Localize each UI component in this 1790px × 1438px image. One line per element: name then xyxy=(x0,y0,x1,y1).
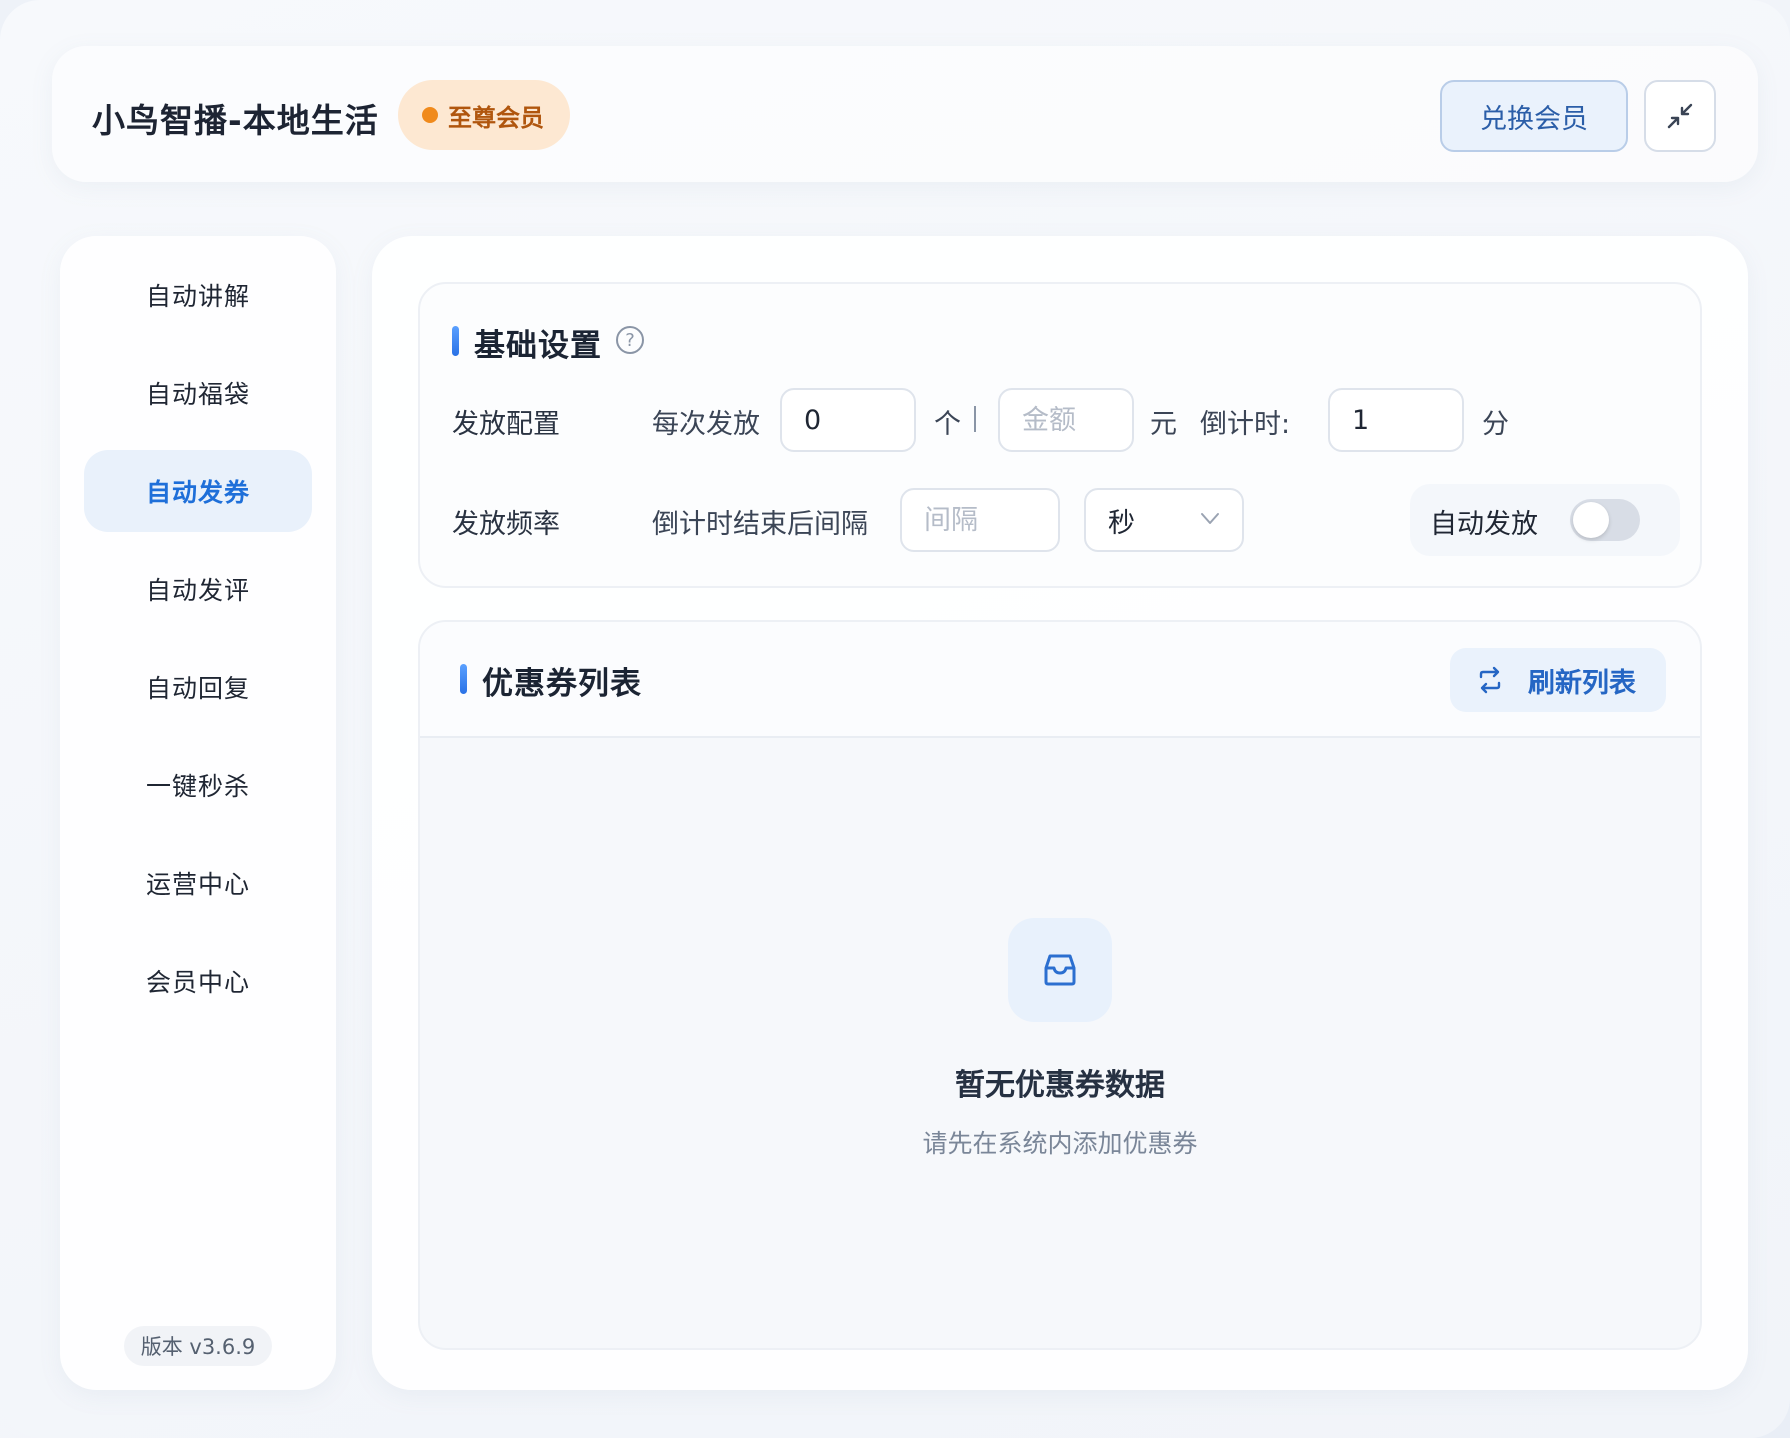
header-bar: 小鸟智播-本地生活 至尊会员 兑换会员 xyxy=(52,46,1758,182)
interval-after-countdown-label: 倒计时结束后间隔 xyxy=(652,509,868,540)
unit-minute: 分 xyxy=(1482,409,1509,440)
empty-state-icon-box xyxy=(1008,918,1112,1022)
per-time-quantity-input[interactable] xyxy=(780,388,916,452)
refresh-list-label: 刷新列表 xyxy=(1528,667,1636,699)
redeem-membership-button[interactable]: 兑换会员 xyxy=(1440,80,1628,152)
app-title: 小鸟智播-本地生活 xyxy=(92,101,379,140)
interval-input[interactable] xyxy=(900,488,1060,552)
auto-dispatch-toggle[interactable] xyxy=(1570,499,1640,541)
amount-input[interactable] xyxy=(998,388,1134,452)
empty-state-subtitle: 请先在系统内添加优惠券 xyxy=(922,1129,1198,1158)
sidebar-item-flash-sale[interactable]: 一键秒杀 xyxy=(84,744,312,826)
empty-state-title: 暂无优惠券数据 xyxy=(955,1068,1165,1103)
unit-piece: 个 xyxy=(934,409,961,440)
shrink-icon xyxy=(1667,103,1693,129)
unit-divider xyxy=(974,406,976,432)
sidebar: 自动讲解 自动福袋 自动发券 自动发评 自动回复 一键秒杀 运营中心 会员中心 … xyxy=(60,236,336,1390)
countdown-label: 倒计时: xyxy=(1200,409,1291,440)
refresh-list-button[interactable]: 刷新列表 xyxy=(1450,648,1666,712)
question-circle-icon[interactable]: ? xyxy=(616,326,644,354)
sidebar-item-member-center[interactable]: 会员中心 xyxy=(84,940,312,1022)
sidebar-item-auto-lucky-bag[interactable]: 自动福袋 xyxy=(84,352,312,434)
sidebar-item-operations-center[interactable]: 运营中心 xyxy=(84,842,312,924)
per-time-label: 每次发放 xyxy=(652,409,760,440)
inbox-icon xyxy=(1044,954,1076,986)
refresh-icon xyxy=(1479,666,1501,694)
coupon-list-title: 优惠券列表 xyxy=(482,666,642,702)
sidebar-item-auto-explain[interactable]: 自动讲解 xyxy=(84,254,312,336)
main-panel: 基础设置 ? 发放配置 每次发放 个 元 倒计时: 分 发放频率 倒计时结束后间… xyxy=(372,236,1748,1390)
basic-settings-card: 基础设置 ? 发放配置 每次发放 个 元 倒计时: 分 发放频率 倒计时结束后间… xyxy=(418,282,1702,588)
auto-dispatch-label: 自动发放 xyxy=(1430,509,1538,540)
vip-badge-label: 至尊会员 xyxy=(448,103,544,132)
version-badge: 版本 v3.6.9 xyxy=(124,1326,272,1366)
interval-unit-select[interactable]: 秒 xyxy=(1084,488,1244,552)
section-accent-bar xyxy=(452,326,459,356)
shrink-window-button[interactable] xyxy=(1644,80,1716,152)
coupon-list-card: 优惠券列表 刷新列表 暂无优惠券数据 请先在系统内添加优惠券 xyxy=(418,620,1702,1350)
unit-yuan: 元 xyxy=(1150,409,1177,440)
frequency-label: 发放频率 xyxy=(452,509,560,540)
vip-badge: 至尊会员 xyxy=(398,80,570,150)
coupon-list-header: 优惠券列表 刷新列表 xyxy=(420,622,1700,738)
countdown-input[interactable] xyxy=(1328,388,1464,452)
toggle-knob xyxy=(1573,502,1609,538)
chevron-down-icon xyxy=(1201,513,1219,524)
sidebar-item-auto-comment[interactable]: 自动发评 xyxy=(84,548,312,630)
dispatch-config-label: 发放配置 xyxy=(452,409,560,440)
basic-settings-title: 基础设置 xyxy=(474,328,602,364)
auto-dispatch-control: 自动发放 xyxy=(1410,484,1680,556)
interval-unit-value: 秒 xyxy=(1108,507,1135,539)
sidebar-item-auto-reply[interactable]: 自动回复 xyxy=(84,646,312,728)
vip-dot-icon xyxy=(422,107,438,123)
section-accent-bar xyxy=(460,664,467,694)
sidebar-item-auto-coupon[interactable]: 自动发券 xyxy=(84,450,312,532)
app-window: 小鸟智播-本地生活 至尊会员 兑换会员 自动讲解 自动福袋 自动发券 自动发评 … xyxy=(0,0,1790,1438)
